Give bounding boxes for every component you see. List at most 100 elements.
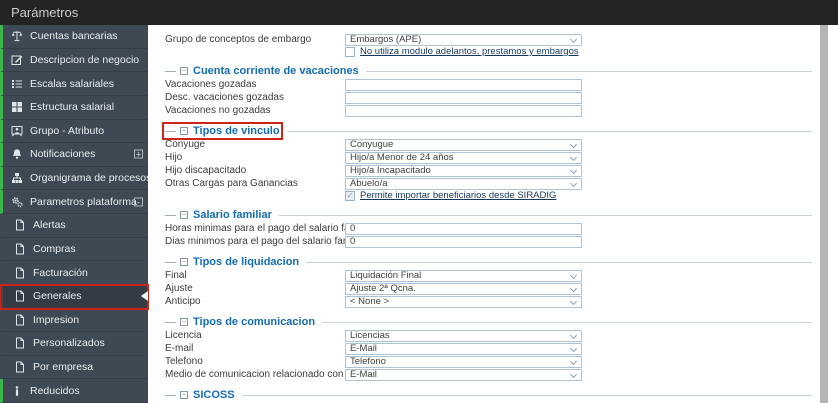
link-no-utiliza-modulo-adelantos-prestamos-y-embargos[interactable]: No utiliza modulo adelantos, prestamos y… [360, 46, 579, 57]
collapse-toggle-icon[interactable]: − [180, 211, 188, 219]
sidebar-item-label: Impresion [33, 313, 80, 326]
section-header: − Tipos de liquidacion [165, 256, 299, 268]
field-label: Conyuge [165, 139, 206, 150]
chevron-down-icon [569, 344, 578, 353]
select-anticipo[interactable]: < None > [345, 295, 582, 308]
section-rule [278, 214, 812, 216]
field-label: Anticipo [165, 296, 201, 307]
sidebar-item-label: Compras [33, 242, 76, 255]
select-hijo-discapacitado[interactable]: Hijo/a Incapacitado [345, 164, 582, 177]
select-licencia[interactable]: Licencias [345, 329, 582, 342]
sidebar-item-descripcion-de-negocio[interactable]: Descripcion de negocio [0, 48, 148, 73]
file-icon [13, 219, 27, 231]
select-hijo[interactable]: Hijo/a Menor de 24 años [345, 151, 582, 164]
collapse-toggle-icon[interactable]: − [180, 318, 188, 326]
field-value: E-Mail [350, 343, 377, 354]
input-horas-minimas-para-el-pago-del-salario-familiar[interactable]: 0 [345, 222, 582, 235]
vertical-scrollbar[interactable] [820, 25, 828, 403]
sidebar-item-organigrama-de-procesos[interactable]: Organigrama de procesos [0, 166, 148, 191]
sidebar-item-alertas[interactable]: Alertas [0, 214, 148, 238]
sidebar-item-label: Alertas [33, 219, 66, 232]
sidebar-item-por-empresa[interactable]: Por empresa [0, 355, 148, 380]
form-field-row: Vacaciones no gozadas [165, 104, 812, 117]
sidebar-item-label: Generales [33, 290, 82, 303]
form-field-row: Otras Cargas para Ganancias Abuelo/a [165, 177, 812, 190]
form-area: Grupo de conceptos de embargo Embargos (… [148, 25, 820, 403]
input-desc-vacaciones-gozadas[interactable] [345, 91, 582, 104]
field-label: Hijo [165, 152, 183, 163]
select-medio-de-comunicacion-relacionado-con-e-mail[interactable]: E-Mail [345, 368, 582, 381]
field-label: Horas minimas para el pago del salario f… [165, 223, 345, 234]
input-vacaciones-gozadas[interactable] [345, 78, 582, 91]
expand-toggle-icon[interactable]: - [134, 197, 143, 207]
select-ajuste[interactable]: Ajuste 2ª Qcna. [345, 282, 582, 295]
field-label: Ajuste [165, 283, 193, 294]
list-icon [10, 78, 24, 90]
chevron-down-icon [569, 271, 578, 280]
sidebar-item-facturacion[interactable]: Facturación [0, 261, 148, 285]
sidebar-item-reducidos[interactable]: Reducidos [0, 379, 148, 403]
page-title: Parámetros [11, 5, 79, 20]
collapse-toggle-icon[interactable]: − [180, 67, 188, 75]
sidebar-item-parametros-plataforma[interactable]: Parametros plataforma - [0, 190, 148, 214]
field-value: Conyugue [350, 139, 394, 150]
checkbox-link-row: No utiliza modulo adelantos, prestamos y… [345, 46, 812, 57]
sidebar-item-label: Facturación [33, 266, 88, 279]
input-dias-minimos-para-el-pago-del-salario-familiar[interactable]: 0 [345, 235, 582, 248]
checkbox[interactable]: ✓ [345, 190, 355, 201]
link-permite-importar-beneficiarios-desde-siradig[interactable]: Permite importar beneficiarios desde SIR… [360, 190, 556, 201]
input-vacaciones-no-gozadas[interactable] [345, 104, 582, 117]
sidebar-item-estructura-salarial[interactable]: Estructura salarial [0, 95, 148, 120]
form-field-row: Desc. vacaciones gozadas [165, 91, 812, 104]
collapse-toggle-icon[interactable]: − [180, 391, 188, 399]
checkbox-link-row: ✓ Permite importar beneficiarios desde S… [345, 190, 812, 201]
field-label: Medio de comunicacion relacionado con e-… [165, 369, 345, 380]
section-dash [165, 394, 176, 396]
file-icon [13, 243, 27, 255]
sidebar-item-label: Por empresa [33, 361, 94, 374]
sidebar-item-label: Descripcion de negocio [30, 53, 140, 66]
collapse-toggle-icon[interactable]: − [180, 258, 188, 266]
select-telefono[interactable]: Telefono [345, 355, 582, 368]
sidebar-item-personalizados[interactable]: Personalizados [0, 332, 148, 356]
sidebar-item-label: Grupo - Atributo [30, 124, 105, 137]
sidebar-item-escalas-salariales[interactable]: Escalas salariales [0, 72, 148, 96]
collapse-toggle-icon[interactable]: − [180, 127, 188, 135]
field-label: E-mail [165, 343, 194, 354]
sidebar-item-generales[interactable]: Generales [0, 283, 149, 310]
section-header: − Salario familiar [165, 209, 272, 221]
field-value: Hijo/a Menor de 24 años [350, 152, 454, 163]
file-icon [13, 337, 27, 349]
select-grupo-de-conceptos-de-embargo[interactable]: Embargos (APE) [345, 33, 582, 46]
balance-scale-icon [10, 30, 24, 42]
form-field-row: E-mail E-Mail [165, 342, 812, 355]
form-field-row: Licencia Licencias [165, 329, 812, 342]
sidebar-item-cuentas-bancarias[interactable]: Cuentas bancarias [0, 25, 148, 49]
sidebar-item-compras[interactable]: Compras [0, 237, 148, 262]
section-rule [322, 321, 812, 323]
section-sicoss: − SICOSS [165, 389, 812, 401]
field-label: Vacaciones no gozadas [165, 105, 271, 116]
section-header: − SICOSS [165, 389, 235, 401]
select-e-mail[interactable]: E-Mail [345, 342, 582, 355]
select-conyuge[interactable]: Conyugue [345, 138, 582, 151]
file-icon [13, 267, 27, 279]
select-final[interactable]: Liquidación Final [345, 269, 582, 282]
section-title: Salario familiar [193, 209, 272, 221]
field-value: Ajuste 2ª Qcna. [350, 283, 416, 294]
file-icon [13, 361, 27, 373]
field-label: Desc. vacaciones gozadas [165, 92, 284, 103]
sidebar-item-label: Reducidos [30, 384, 80, 397]
checkbox[interactable] [345, 46, 355, 57]
sidebar-item-grupo-atributo[interactable]: Grupo - Atributo [0, 119, 148, 144]
chevron-down-icon [569, 297, 578, 306]
section-tipos-de-vinculo: − Tipos de vinculo [162, 122, 812, 140]
sidebar-item-notificaciones[interactable]: Notificaciones + [0, 143, 148, 167]
sitemap-icon [10, 172, 24, 184]
select-otras-cargas-para-ganancias[interactable]: Abuelo/a [345, 177, 582, 190]
expand-toggle-icon[interactable]: + [134, 149, 143, 159]
chevron-down-icon [569, 284, 578, 293]
sidebar-item-label: Parametros plataforma [30, 195, 137, 208]
page-header: Parámetros [0, 0, 838, 25]
sidebar-item-impresion[interactable]: Impresion [0, 308, 148, 333]
